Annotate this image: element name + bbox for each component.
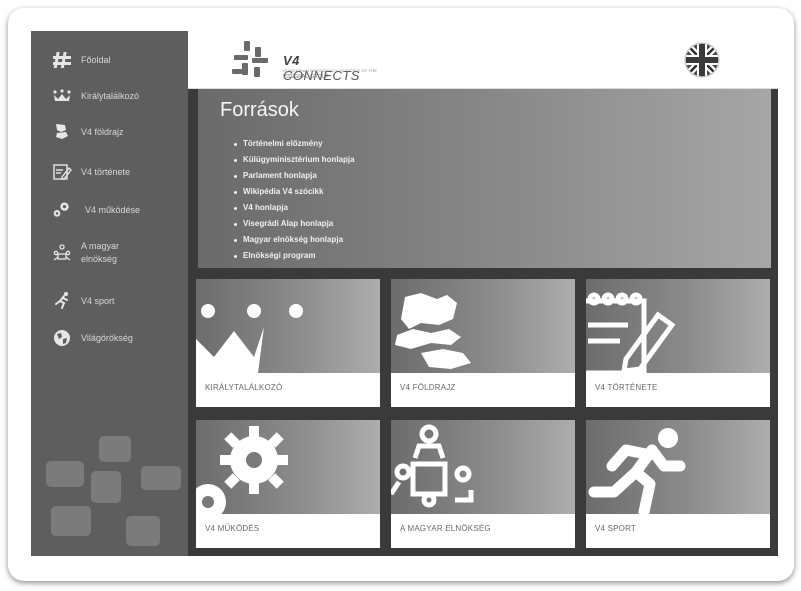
tile-label: V4 FÖLDRAJZ [400, 383, 456, 392]
tile-sport[interactable]: V4 SPORT [586, 420, 770, 548]
gears-icon [196, 426, 288, 514]
page-title: Források [220, 99, 299, 121]
uk-flag-icon [684, 42, 720, 78]
hash-logo-icon [232, 41, 268, 77]
tile-label: A MAGYAR ELNÖKSÉG [400, 524, 491, 533]
sidebar-item-foldrajz[interactable]: V4 földrajz [31, 121, 188, 143]
tile-foldrajz[interactable]: V4 FÖLDRAJZ [391, 279, 575, 407]
logo-subtitle-group: VISEGRAD GROUP [283, 74, 329, 80]
tile-tortenete[interactable]: V4 TÖRTÉNETE [586, 279, 770, 407]
source-link[interactable]: Magyar elnökség honlapja [234, 232, 355, 248]
app-screen: Főoldal Királytalálkozó V4 földrajz V4 t… [31, 31, 778, 556]
runner-icon [52, 291, 72, 311]
sources-panel: Források Történelmi előzmény Külügyminis… [198, 89, 771, 268]
tile-label: V4 SPORT [595, 524, 637, 533]
sidebar-item-label: V4 működése [85, 204, 141, 215]
sidebar-item-kiralytalalkozo[interactable]: Királytalálkozó [31, 85, 188, 107]
source-link[interactable]: V4 honlapja [234, 200, 355, 216]
crown-icon [196, 304, 303, 373]
sidebar-item-vilagorokseg[interactable]: Világörökség [31, 327, 188, 349]
tile-art [391, 420, 575, 514]
hash-icon [52, 50, 72, 70]
sidebar-item-mukodese[interactable]: V4 működése [31, 198, 188, 222]
sources-list: Történelmi előzmény Külügyminisztérium h… [234, 136, 355, 264]
tile-art [196, 420, 380, 514]
source-link[interactable]: Visegrádi Alap honlapja [234, 216, 355, 232]
map-icon [52, 122, 72, 142]
sidebar-item-label: A magyar elnökség [81, 241, 120, 264]
notepad-pencil-icon [52, 162, 72, 182]
sidebar-item-label: V4 sport [81, 295, 115, 306]
tile-label: V4 TÖRTÉNETE [595, 383, 658, 392]
sidebar-item-elnokseg[interactable]: A magyar elnökség [31, 238, 188, 268]
tile-art [586, 279, 770, 373]
source-link[interactable]: Külügyminisztérium honlapja [234, 152, 355, 168]
tile-label: KIRÁLYTALÁLKOZÓ [205, 383, 283, 392]
runner-icon [588, 428, 686, 514]
tile-elnokseg[interactable]: A MAGYAR ELNÖKSÉG [391, 420, 575, 548]
source-link[interactable]: Elnökségi program [234, 248, 355, 264]
brand-watermark-icon [46, 436, 181, 546]
source-link[interactable]: Történelmi előzmény [234, 136, 355, 152]
sidebar-item-label: V4 története [81, 166, 131, 177]
sidebar-item-home[interactable]: Főoldal [31, 49, 188, 71]
language-switch[interactable] [680, 38, 724, 82]
notepad-pencil-icon [586, 292, 676, 373]
gears-icon [52, 200, 72, 220]
map-icon [395, 293, 471, 369]
sidebar-item-tortenete[interactable]: V4 története [31, 161, 188, 183]
tile-art [196, 279, 380, 373]
sidebar: Főoldal Királytalálkozó V4 földrajz V4 t… [31, 31, 188, 556]
tile-art [586, 420, 770, 514]
crown-icon [52, 86, 72, 106]
meeting-icon [52, 243, 72, 263]
globe-icon [52, 328, 72, 348]
sidebar-item-label: V4 földrajz [81, 126, 124, 137]
tile-art [391, 279, 575, 373]
logo-subtitle: HUNGARIAN PRESIDENCY 2021/2022 OF THE [283, 68, 378, 73]
source-link[interactable]: Parlament honlapja [234, 168, 355, 184]
sidebar-item-label: Királytalálkozó [81, 90, 140, 101]
meeting-icon [391, 424, 474, 508]
v4-connects-logo[interactable]: V4 CONNECTS HUNGARIAN PRESIDENCY 2021/20… [228, 39, 378, 83]
source-link[interactable]: Wikipédia V4 szócikk [234, 184, 355, 200]
tile-kiralytalalkozo[interactable]: KIRÁLYTALÁLKOZÓ [196, 279, 380, 407]
tile-label: V4 MŰKÖDÉS [205, 524, 260, 533]
sidebar-item-sport[interactable]: V4 sport [31, 290, 188, 312]
sidebar-item-label: Világörökség [81, 332, 133, 343]
tile-mukodes[interactable]: V4 MŰKÖDÉS [196, 420, 380, 548]
sidebar-item-label: Főoldal [81, 54, 111, 65]
top-header: V4 CONNECTS HUNGARIAN PRESIDENCY 2021/20… [188, 31, 778, 89]
